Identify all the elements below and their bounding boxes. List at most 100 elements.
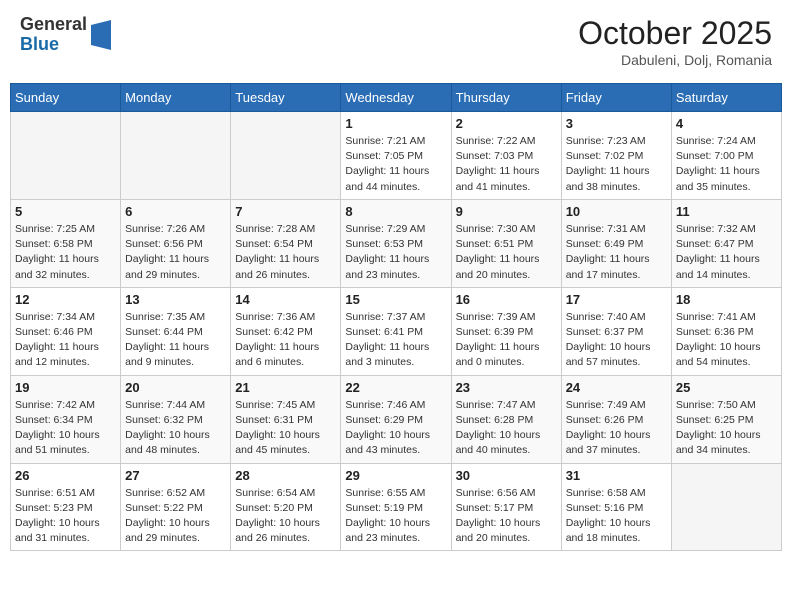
day-cell: 18Sunrise: 7:41 AMSunset: 6:36 PMDayligh… [671,287,781,375]
day-info-line: Sunrise: 7:22 AM [456,134,557,149]
day-cell: 10Sunrise: 7:31 AMSunset: 6:49 PMDayligh… [561,199,671,287]
day-number: 28 [235,468,336,483]
day-cell: 31Sunrise: 6:58 AMSunset: 5:16 PMDayligh… [561,463,671,551]
day-number: 10 [566,204,667,219]
day-info-line: Sunrise: 7:44 AM [125,398,226,413]
logo: General Blue [20,15,111,55]
day-cell: 25Sunrise: 7:50 AMSunset: 6:25 PMDayligh… [671,375,781,463]
day-info-line: Sunrise: 7:45 AM [235,398,336,413]
day-info-line: Daylight: 11 hours and 9 minutes. [125,340,226,370]
day-info-line: Sunset: 6:32 PM [125,413,226,428]
day-info-line: Sunrise: 7:23 AM [566,134,667,149]
day-info-line: Sunset: 6:34 PM [15,413,116,428]
day-info-line: Sunset: 6:42 PM [235,325,336,340]
day-info-line: Sunrise: 7:34 AM [15,310,116,325]
day-info-line: Daylight: 11 hours and 29 minutes. [125,252,226,282]
weekday-header-saturday: Saturday [671,84,781,112]
day-info-line: Daylight: 10 hours and 23 minutes. [345,516,446,546]
logo-text: General Blue [20,15,87,55]
weekday-header-thursday: Thursday [451,84,561,112]
day-info-line: Sunrise: 7:35 AM [125,310,226,325]
day-info-line: Sunset: 6:46 PM [15,325,116,340]
day-cell [231,112,341,200]
day-info-line: Sunrise: 7:25 AM [15,222,116,237]
day-info-line: Daylight: 10 hours and 20 minutes. [456,516,557,546]
day-cell: 19Sunrise: 7:42 AMSunset: 6:34 PMDayligh… [11,375,121,463]
day-number: 1 [345,116,446,131]
day-info-line: Daylight: 10 hours and 57 minutes. [566,340,667,370]
week-row-2: 5Sunrise: 7:25 AMSunset: 6:58 PMDaylight… [11,199,782,287]
weekday-header-friday: Friday [561,84,671,112]
day-cell [121,112,231,200]
day-number: 4 [676,116,777,131]
day-info-line: Daylight: 11 hours and 14 minutes. [676,252,777,282]
day-number: 16 [456,292,557,307]
week-row-4: 19Sunrise: 7:42 AMSunset: 6:34 PMDayligh… [11,375,782,463]
day-info-line: Daylight: 11 hours and 12 minutes. [15,340,116,370]
day-cell: 1Sunrise: 7:21 AMSunset: 7:05 PMDaylight… [341,112,451,200]
weekday-header-monday: Monday [121,84,231,112]
day-info-line: Sunrise: 6:56 AM [456,486,557,501]
day-cell: 13Sunrise: 7:35 AMSunset: 6:44 PMDayligh… [121,287,231,375]
day-info-line: Sunset: 5:20 PM [235,501,336,516]
day-cell: 28 Sunrise: 6:54 AMSunset: 5:20 PMDayligh… [231,463,341,551]
day-info-line: Daylight: 11 hours and 6 minutes. [235,340,336,370]
day-cell [11,112,121,200]
day-info-line: Daylight: 10 hours and 29 minutes. [125,516,226,546]
day-number: 20 [125,380,226,395]
day-number: 6 [125,204,226,219]
day-cell: 6Sunrise: 7:26 AMSunset: 6:56 PMDaylight… [121,199,231,287]
day-info-line: Daylight: 11 hours and 32 minutes. [15,252,116,282]
day-number: 9 [456,204,557,219]
weekday-header-sunday: Sunday [11,84,121,112]
weekday-header-tuesday: Tuesday [231,84,341,112]
day-info-line: Sunset: 6:25 PM [676,413,777,428]
day-cell: 4Sunrise: 7:24 AMSunset: 7:00 PMDaylight… [671,112,781,200]
day-info-line: Sunset: 6:29 PM [345,413,446,428]
day-info-line: Sunset: 5:22 PM [125,501,226,516]
day-number: 12 [15,292,116,307]
day-number: 21 [235,380,336,395]
day-info-line: Sunrise: 7:36 AM [235,310,336,325]
day-info-line: Sunrise: 7:42 AM [15,398,116,413]
day-number: 26 [15,468,116,483]
day-number: 31 [566,468,667,483]
logo-blue: Blue [20,35,87,55]
day-cell: 2 Sunrise: 7:22 AMSunset: 7:03 PMDaylight… [451,112,561,200]
day-number: 22 [345,380,446,395]
day-info-line: Sunset: 6:39 PM [456,325,557,340]
day-info-line: Sunset: 7:02 PM [566,149,667,164]
day-info-line: Daylight: 11 hours and 26 minutes. [235,252,336,282]
day-cell: 11Sunrise: 7:32 AMSunset: 6:47 PMDayligh… [671,199,781,287]
day-info-line: Sunset: 5:19 PM [345,501,446,516]
day-info-line: Sunrise: 7:30 AM [456,222,557,237]
day-cell: 7Sunrise: 7:28 AMSunset: 6:54 PMDaylight… [231,199,341,287]
day-number: 2 [456,116,557,131]
day-info-line: Sunset: 6:51 PM [456,237,557,252]
day-info-line: Daylight: 11 hours and 23 minutes. [345,252,446,282]
day-info-line: Sunrise: 6:54 AM [235,486,336,501]
logo-icon [91,20,111,50]
day-cell: 3Sunrise: 7:23 AMSunset: 7:02 PMDaylight… [561,112,671,200]
title-block: October 2025 Dabuleni, Dolj, Romania [578,15,772,68]
day-info-line: Sunrise: 7:40 AM [566,310,667,325]
day-cell: 9 Sunrise: 7:30 AMSunset: 6:51 PMDaylight… [451,199,561,287]
day-info-line: Sunset: 5:16 PM [566,501,667,516]
weekday-header-wednesday: Wednesday [341,84,451,112]
day-number: 24 [566,380,667,395]
day-info-line: Sunset: 6:56 PM [125,237,226,252]
day-number: 8 [345,204,446,219]
day-info-line: Sunrise: 7:32 AM [676,222,777,237]
day-info-line: Sunset: 7:03 PM [456,149,557,164]
day-cell: 14Sunrise: 7:36 AMSunset: 6:42 PMDayligh… [231,287,341,375]
day-info-line: Daylight: 11 hours and 41 minutes. [456,164,557,194]
day-info-line: Sunrise: 7:39 AM [456,310,557,325]
day-info-line: Daylight: 10 hours and 26 minutes. [235,516,336,546]
day-number: 7 [235,204,336,219]
day-info-line: Daylight: 11 hours and 20 minutes. [456,252,557,282]
day-info-line: Sunset: 6:36 PM [676,325,777,340]
logo-general: General [20,15,87,35]
day-info-line: Sunrise: 7:50 AM [676,398,777,413]
day-info-line: Sunset: 6:49 PM [566,237,667,252]
day-number: 27 [125,468,226,483]
